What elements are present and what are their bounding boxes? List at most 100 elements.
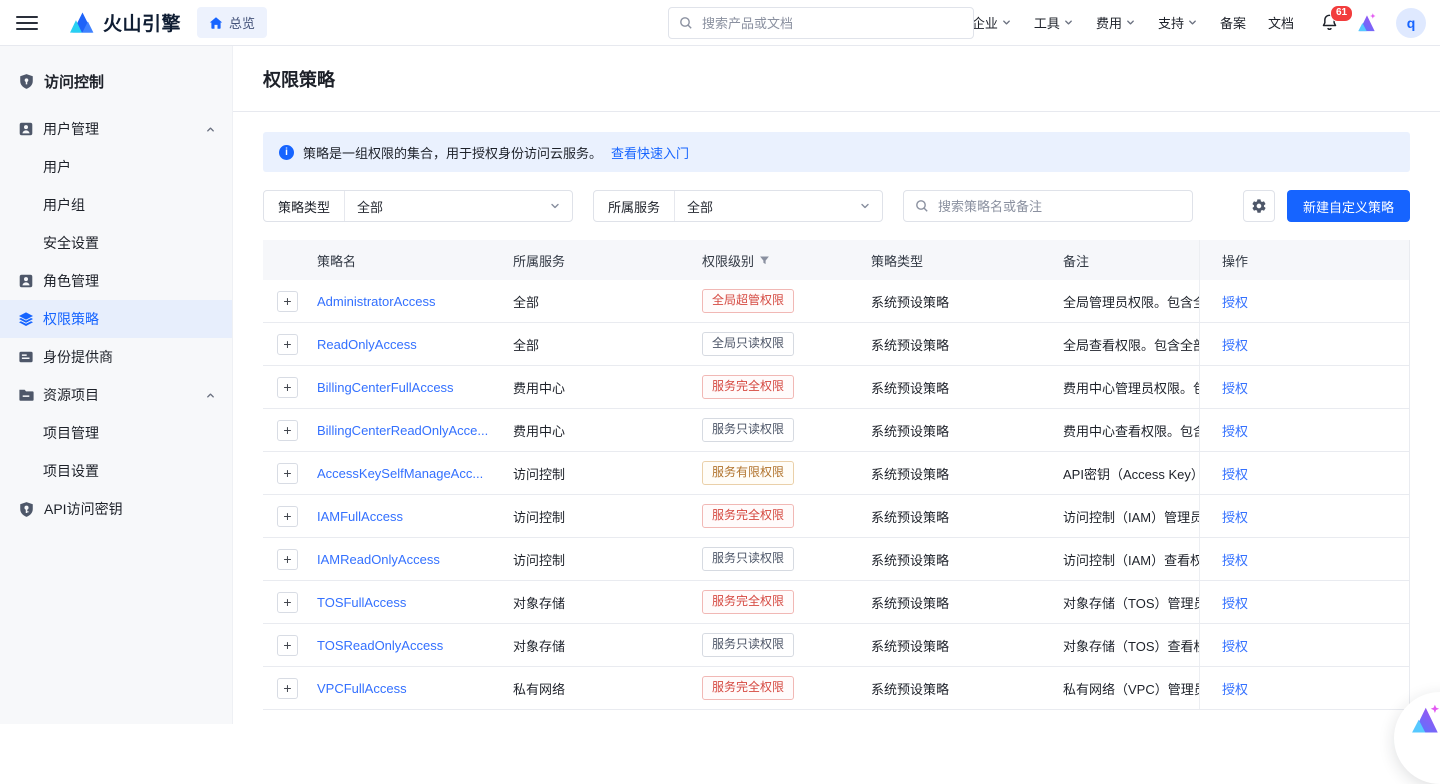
- authorize-link[interactable]: 授权: [1222, 292, 1248, 311]
- table-row: +TOSFullAccess对象存储服务完全权限系统预设策略对象存储（TOS）管…: [263, 581, 1409, 624]
- expand-row-button[interactable]: +: [277, 592, 298, 613]
- table-row: +VPCFullAccess私有网络服务完全权限系统预设策略私有网络（VPC）管…: [263, 667, 1409, 710]
- policy-name-link[interactable]: AccessKeySelfManageAcc...: [317, 466, 483, 481]
- policy-name-link[interactable]: ReadOnlyAccess: [317, 337, 417, 352]
- sidebar-item-label: 用户组: [43, 195, 216, 215]
- policy-remark: 全局管理员权限。包含全: [1063, 292, 1199, 311]
- chevron-up-icon[interactable]: [205, 124, 216, 135]
- create-policy-button[interactable]: 新建自定义策略: [1287, 190, 1410, 222]
- hamburger-menu-icon[interactable]: [16, 16, 38, 30]
- policy-name-link[interactable]: BillingCenterReadOnlyAcce...: [317, 423, 488, 438]
- sidebar-item-resource-projects[interactable]: 资源项目: [0, 376, 232, 414]
- chevron-down-icon: [1187, 17, 1198, 28]
- table-row-partial: [263, 710, 1409, 724]
- col-header-label: 策略类型: [871, 251, 923, 270]
- sidebar-item-label: 访问控制: [44, 71, 216, 92]
- expand-row-button[interactable]: +: [277, 549, 298, 570]
- nav-menu-docs[interactable]: 文档: [1268, 13, 1294, 32]
- sidebar-item-user-groups[interactable]: 用户组: [0, 186, 232, 224]
- policy-search-input[interactable]: [936, 198, 1181, 215]
- role-icon: [18, 273, 34, 289]
- authorize-link[interactable]: 授权: [1222, 550, 1248, 569]
- policy-name-link[interactable]: AdministratorAccess: [317, 294, 435, 309]
- permission-level-badge: 服务有限权限: [702, 461, 794, 485]
- sidebar: 访问控制用户管理用户用户组安全设置角色管理权限策略身份提供商资源项目项目管理项目…: [0, 46, 233, 724]
- nav-menu-billing[interactable]: 费用: [1096, 13, 1136, 32]
- filter-funnel-icon[interactable]: [759, 255, 770, 266]
- idp-icon: [18, 349, 34, 365]
- sidebar-item-role-management[interactable]: 角色管理: [0, 262, 232, 300]
- policy-search[interactable]: [903, 190, 1193, 222]
- expand-row-button[interactable]: +: [277, 463, 298, 484]
- policy-remark: 访问控制（IAM）查看权: [1063, 550, 1199, 569]
- col-header-label: 备注: [1063, 251, 1089, 270]
- authorize-link[interactable]: 授权: [1222, 335, 1248, 354]
- sidebar-item-security-settings[interactable]: 安全设置: [0, 224, 232, 262]
- nav-menu-tools[interactable]: 工具: [1034, 13, 1074, 32]
- service-filter-label: 所属服务: [594, 191, 675, 221]
- policy-name-link[interactable]: TOSFullAccess: [317, 595, 406, 610]
- product-search[interactable]: [668, 7, 974, 39]
- policy-remark: 费用中心管理员权限。包: [1063, 378, 1199, 397]
- col-header-expand: [263, 240, 317, 280]
- sidebar-item-label: 项目管理: [43, 423, 216, 443]
- chevron-up-icon[interactable]: [205, 390, 216, 401]
- tab-overview[interactable]: 总览: [197, 7, 267, 38]
- expand-row-button[interactable]: +: [277, 635, 298, 656]
- expand-row-button[interactable]: +: [277, 334, 298, 355]
- page-content: i 策略是一组权限的集合，用于授权身份访问云服务。 查看快速入门 策略类型 全部…: [233, 112, 1440, 724]
- brand-name: 火山引擎: [103, 9, 181, 36]
- table-settings-button[interactable]: [1243, 190, 1275, 222]
- authorize-link[interactable]: 授权: [1222, 636, 1248, 655]
- authorize-link[interactable]: 授权: [1222, 593, 1248, 612]
- sidebar-item-users[interactable]: 用户: [0, 148, 232, 186]
- policy-name-link[interactable]: TOSReadOnlyAccess: [317, 638, 443, 653]
- policy-service: 全部: [513, 323, 702, 365]
- col-header-remark: 备注: [1063, 240, 1199, 280]
- nav-menu-label: 支持: [1158, 13, 1184, 32]
- service-filter[interactable]: 所属服务 全部: [593, 190, 883, 222]
- nav-menu-label: 工具: [1034, 13, 1060, 32]
- authorize-link[interactable]: 授权: [1222, 378, 1248, 397]
- policy-name-link[interactable]: IAMFullAccess: [317, 509, 403, 524]
- policy-service: 私有网络: [513, 667, 702, 709]
- sidebar-item-identity-provider[interactable]: 身份提供商: [0, 338, 232, 376]
- expand-row-button[interactable]: +: [277, 377, 298, 398]
- authorize-link[interactable]: 授权: [1222, 421, 1248, 440]
- quickstart-link[interactable]: 查看快速入门: [611, 143, 689, 162]
- expand-row-button[interactable]: +: [277, 420, 298, 441]
- sidebar-item-permission-policies[interactable]: 权限策略: [0, 300, 232, 338]
- policy-type-filter[interactable]: 策略类型 全部: [263, 190, 573, 222]
- expand-row-button[interactable]: +: [277, 678, 298, 699]
- sidebar-item-label: 角色管理: [43, 271, 216, 291]
- expand-row-button[interactable]: +: [277, 291, 298, 312]
- policy-type: 系统预设策略: [871, 452, 1063, 494]
- expand-row-button[interactable]: +: [277, 506, 298, 527]
- nav-menu-support[interactable]: 支持: [1158, 13, 1198, 32]
- nav-menu-icp[interactable]: 备案: [1220, 13, 1246, 32]
- authorize-link[interactable]: 授权: [1222, 464, 1248, 483]
- policy-name-link[interactable]: BillingCenterFullAccess: [317, 380, 454, 395]
- sidebar-item-project-settings[interactable]: 项目设置: [0, 452, 232, 490]
- policy-name-link[interactable]: IAMReadOnlyAccess: [317, 552, 440, 567]
- authorize-link[interactable]: 授权: [1222, 507, 1248, 526]
- nav-menu-enterprise[interactable]: 企业: [972, 13, 1012, 32]
- policy-type: 系统预设策略: [871, 366, 1063, 408]
- sidebar-item-access-control[interactable]: 访问控制: [0, 60, 232, 102]
- ai-assistant-icon[interactable]: [1355, 11, 1378, 34]
- policy-type: 系统预设策略: [871, 280, 1063, 322]
- sidebar-item-user-management[interactable]: 用户管理: [0, 110, 232, 148]
- notifications-button[interactable]: 61: [1320, 13, 1339, 32]
- sidebar-item-project-management[interactable]: 项目管理: [0, 414, 232, 452]
- authorize-link[interactable]: 授权: [1222, 679, 1248, 698]
- policy-name-link[interactable]: VPCFullAccess: [317, 681, 407, 696]
- notification-badge: 61: [1330, 5, 1353, 22]
- product-search-input[interactable]: [700, 15, 963, 32]
- user-icon: [18, 121, 34, 137]
- sidebar-item-api-access-keys[interactable]: API访问密钥: [0, 490, 232, 528]
- user-avatar[interactable]: q: [1396, 8, 1426, 38]
- policy-remark: API密钥（Access Key）: [1063, 464, 1199, 483]
- brand-logo[interactable]: 火山引擎: [69, 9, 181, 36]
- sidebar-item-label: 项目设置: [43, 461, 216, 481]
- chevron-down-icon: [1001, 17, 1012, 28]
